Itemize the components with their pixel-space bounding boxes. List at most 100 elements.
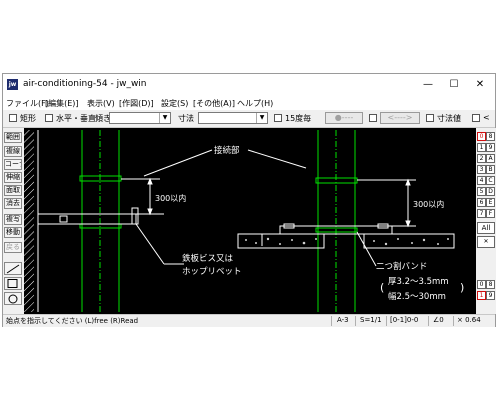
status-paper[interactable]: A-3 — [337, 316, 349, 324]
tool-move[interactable]: 移動 — [4, 227, 22, 238]
layer-3-button[interactable]: 3 — [477, 165, 486, 174]
status-divider — [386, 316, 387, 326]
group-1-button[interactable]: 1 — [477, 291, 486, 300]
app-window: jw air-conditioning-54 - jw_win — ☐ ✕ ファ… — [2, 73, 496, 327]
right-layer-palette: 0 1 2 3 4 5 6 7 8 9 A B C D E F All ✕ 0 … — [476, 128, 496, 314]
layer-9-button[interactable]: 9 — [486, 143, 495, 152]
menu-other[interactable]: [その他(A)] — [193, 98, 235, 109]
drawing-canvas[interactable]: 300以内 鉄板ビス又は ホップリベット 接続部 300以内 二つ割バンド (… — [24, 128, 476, 314]
hv-checkbox[interactable] — [45, 114, 53, 122]
layer-b-button[interactable]: B — [486, 165, 495, 174]
hv-label: 水平・垂直 — [56, 114, 96, 123]
invert-layers-button[interactable]: ✕ — [477, 236, 495, 248]
menu-settings[interactable]: 設定(S) — [161, 98, 188, 109]
group-9-button[interactable]: 9 — [486, 291, 495, 300]
layer-f-button[interactable]: F — [486, 209, 495, 218]
tool-stretch[interactable]: 伸縮 — [4, 172, 22, 183]
tool-erase[interactable]: 消去 — [4, 198, 22, 209]
leader-band — [356, 231, 377, 267]
status-zoom[interactable]: × 0.64 — [457, 316, 481, 324]
floor-concrete — [237, 233, 455, 249]
status-divider — [428, 316, 429, 326]
layer-4-button[interactable]: 4 — [477, 176, 486, 185]
leader-joint-left — [143, 149, 213, 177]
rectangle-icon — [7, 279, 18, 288]
screw-label-1: 鉄板ビス又は — [182, 253, 234, 264]
status-angle[interactable]: ∠0 — [433, 316, 444, 324]
group-0-button[interactable]: 0 — [477, 280, 486, 289]
left-bracket — [37, 207, 164, 225]
joint-label: 接続部 — [214, 145, 240, 156]
deg15-label: 15度毎 — [285, 114, 312, 123]
band-label-3: 幅2.5～30mm — [388, 291, 446, 302]
lt-label: < — [483, 113, 490, 122]
minimize-button[interactable]: — — [415, 76, 441, 94]
rect-tool-button[interactable] — [4, 277, 22, 290]
menu-file[interactable]: ファイル(F) — [6, 98, 49, 109]
rect-checkbox[interactable] — [9, 114, 17, 122]
layer-7-button[interactable]: 7 — [477, 209, 486, 218]
deg15-checkbox[interactable] — [274, 114, 282, 122]
tilt-combo[interactable]: ▼ — [109, 112, 171, 124]
tool-chamfer[interactable]: 面取 — [4, 185, 22, 196]
layer-0-button[interactable]: 0 — [477, 132, 486, 141]
arrow-button[interactable]: <----> — [380, 112, 420, 124]
close-button[interactable]: ✕ — [467, 76, 493, 94]
tool-range[interactable]: 範囲 — [4, 132, 22, 143]
left-pipe — [79, 130, 122, 312]
layer-a-button[interactable]: A — [486, 154, 495, 163]
dim-300-right-label: 300以内 — [413, 199, 444, 209]
lt-checkbox[interactable] — [472, 114, 480, 122]
line-icon — [6, 264, 20, 274]
status-layer[interactable]: [0-1]0-0 — [390, 316, 418, 324]
dim-label: 寸法 — [178, 114, 194, 123]
band-paren-close: ) — [460, 281, 464, 294]
status-divider — [453, 316, 454, 326]
band-label-2: 厚3.2～3.5mm — [388, 277, 449, 287]
circle-tool-button[interactable] — [4, 292, 22, 305]
tool-corner[interactable]: コーナー — [4, 159, 22, 170]
toolbar: 矩形 水平・垂直 傾き ▼ 寸法 ▼ 15度毎 ●---- <----> 寸法値… — [3, 110, 495, 128]
maximize-button[interactable]: ☐ — [441, 76, 467, 94]
right-pipe — [315, 130, 358, 312]
group-8-button[interactable]: 8 — [486, 280, 495, 289]
tool-copy[interactable]: 複写 — [4, 214, 22, 225]
dim-300-left-label: 300以内 — [155, 193, 186, 203]
all-layers-button[interactable]: All — [477, 222, 495, 234]
menu-view[interactable]: 表示(V) — [87, 98, 115, 109]
band-label-1: 二つ割バンド — [376, 261, 427, 272]
line-tool-button[interactable] — [4, 262, 22, 275]
tool-undo[interactable]: 戻る — [4, 242, 22, 253]
status-scale[interactable]: S=1/1 — [360, 316, 382, 324]
layer-1-button[interactable]: 1 — [477, 143, 486, 152]
dim-combo[interactable]: ▼ — [198, 112, 268, 124]
title-bar: jw air-conditioning-54 - jw_win — ☐ ✕ — [3, 74, 495, 96]
point-button[interactable]: ●---- — [325, 112, 363, 124]
cross-icon: ✕ — [483, 238, 489, 245]
dimval-checkbox[interactable] — [426, 114, 434, 122]
right-bracket — [261, 223, 393, 246]
menu-help[interactable]: ヘルプ(H) — [237, 98, 273, 109]
arrow-checkbox[interactable] — [369, 114, 377, 122]
status-prompt: 始点を指示してください (L)free (R)Read — [6, 317, 139, 325]
layer-6-button[interactable]: 6 — [477, 198, 486, 207]
dimval-label: 寸法値 — [437, 114, 461, 123]
tool-offset[interactable]: 複線 — [4, 146, 22, 157]
leader-screw — [135, 223, 165, 265]
left-tool-palette: 範囲 複線 コーナー 伸縮 面取 消去 複写 移動 戻る — [3, 128, 23, 314]
layer-e-button[interactable]: E — [486, 198, 495, 207]
menu-edit[interactable]: [編集(E)] — [45, 98, 79, 109]
layer-c-button[interactable]: C — [486, 176, 495, 185]
status-divider — [331, 316, 332, 326]
menu-draw[interactable]: [作図(D)] — [119, 98, 154, 109]
status-bar: 始点を指示してください (L)free (R)Read A-3 S=1/1 [0… — [3, 314, 495, 327]
layer-d-button[interactable]: D — [486, 187, 495, 196]
screw-label-2: ホップリベット — [182, 267, 242, 277]
layer-2-button[interactable]: 2 — [477, 154, 486, 163]
status-divider — [355, 316, 356, 326]
chevron-down-icon: ▼ — [256, 113, 267, 123]
layer-5-button[interactable]: 5 — [477, 187, 486, 196]
window-title: air-conditioning-54 - jw_win — [23, 79, 147, 89]
jw-app-icon: jw — [7, 79, 18, 90]
layer-8-button[interactable]: 8 — [486, 132, 495, 141]
